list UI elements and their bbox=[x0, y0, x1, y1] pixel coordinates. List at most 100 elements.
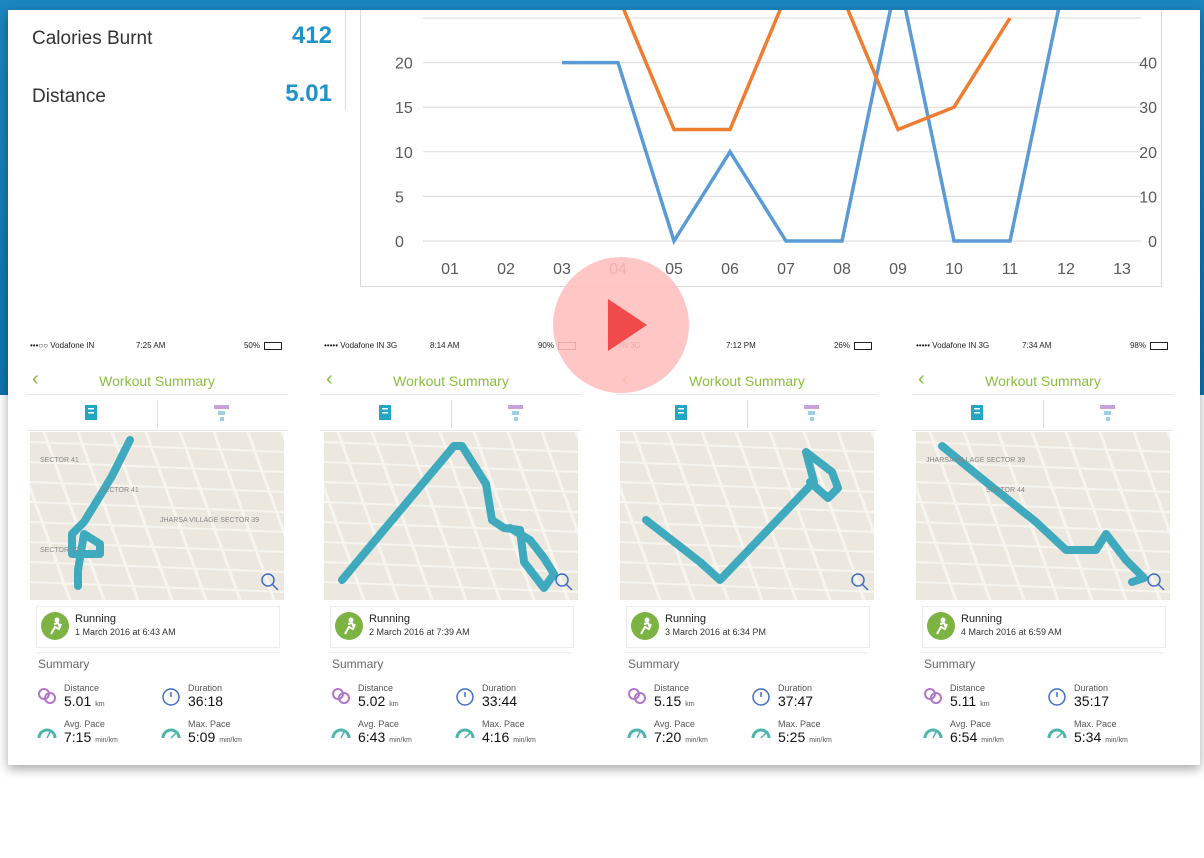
x-tick-label: 11 bbox=[1002, 261, 1019, 278]
tab-summary[interactable] bbox=[320, 396, 451, 430]
activity-name: Running bbox=[665, 613, 706, 625]
nav-bar: ‹ Workout Summary bbox=[26, 364, 288, 395]
status-time: 7:34 AM bbox=[1022, 341, 1052, 350]
distance-unit: km bbox=[95, 701, 105, 708]
tab-summary[interactable] bbox=[912, 396, 1043, 430]
metric-value: 7:20 min/km bbox=[654, 729, 708, 745]
map-street bbox=[1030, 432, 1094, 600]
map-street bbox=[632, 432, 696, 600]
metric-label: Avg. Pace bbox=[950, 719, 991, 729]
status-bar: ••••• Vodafone IN 3G 7:34 AM 98% bbox=[912, 338, 1174, 354]
stopwatch-icon bbox=[162, 688, 180, 706]
battery-text: 98% bbox=[1129, 341, 1146, 350]
divider bbox=[345, 10, 346, 110]
distance-value: 5.15 bbox=[654, 693, 682, 709]
splits-icon bbox=[804, 405, 819, 421]
phone-screenshot: •••○○ Vodafone IN 7:25 AM 50% ‹ Workout … bbox=[26, 338, 288, 758]
activity-card: Running 1 March 2016 at 6:43 AM bbox=[36, 606, 280, 648]
map-street bbox=[620, 441, 874, 453]
tab-splits[interactable] bbox=[157, 396, 288, 430]
magnifier-icon bbox=[861, 583, 869, 591]
activity-card: Running 3 March 2016 at 6:34 PM bbox=[626, 606, 870, 648]
max-pace-value: 4:16 bbox=[482, 729, 510, 745]
activity-card: Running 4 March 2016 at 6:59 AM bbox=[922, 606, 1166, 648]
metric-label: Max. Pace bbox=[188, 719, 231, 729]
max-pace-value: 5:34 bbox=[1074, 729, 1102, 745]
x-tick-label: 13 bbox=[1113, 261, 1131, 278]
magnifier-icon bbox=[271, 583, 279, 591]
duration-metric: Duration 36:18 bbox=[160, 683, 275, 715]
map-canvas bbox=[620, 432, 874, 600]
gauge-icon bbox=[37, 728, 57, 739]
avg-pace-unit: min/km bbox=[95, 737, 118, 744]
map-canvas: JHARSA VILLAGE SECTOR 39 SECTOR 44 bbox=[916, 432, 1170, 600]
phone-screenshot: ••••• Vodafone IN 3G 7:34 AM 98% ‹ Worko… bbox=[912, 338, 1174, 758]
metric-label: Duration bbox=[1074, 683, 1109, 693]
route-path bbox=[642, 448, 842, 584]
map-street bbox=[30, 481, 284, 493]
route-map[interactable]: JHARSA VILLAGE SECTOR 39 SECTOR 44 bbox=[916, 432, 1170, 600]
document-icon bbox=[971, 405, 983, 420]
route-map[interactable] bbox=[620, 432, 874, 600]
metric-value: 5.15 km bbox=[654, 693, 695, 709]
map-canvas: SECTOR 41 SECTOR 41 JHARSA VILLAGE SECTOR … bbox=[30, 432, 284, 600]
max-pace-metric: Max. Pace 4:16 min/km bbox=[454, 719, 569, 751]
avg-pace-metric: Avg. Pace 7:15 min/km bbox=[36, 719, 151, 751]
play-button[interactable] bbox=[553, 257, 689, 393]
battery-text: 90% bbox=[537, 341, 554, 350]
map-street bbox=[916, 481, 1170, 493]
phone-screenshot: IN 3G 7:12 PM 26% ‹ Workout Summary bbox=[616, 338, 878, 758]
max-pace-unit: min/km bbox=[513, 737, 536, 744]
distance-metric: Distance 5.15 km bbox=[626, 683, 741, 715]
phone-screenshot: ••••• Vodafone IN 3G 8:14 AM 90% ‹ Worko… bbox=[320, 338, 582, 758]
nav-title: Workout Summary bbox=[393, 373, 509, 389]
view-tabs bbox=[320, 396, 582, 431]
gauge-icon bbox=[1047, 728, 1067, 739]
max-pace-metric: Max. Pace 5:25 min/km bbox=[750, 719, 865, 751]
magnifier-icon bbox=[1157, 583, 1165, 591]
x-tick-label: 01 bbox=[441, 261, 459, 278]
metric-value: 5.11 km bbox=[950, 693, 990, 709]
document-icon bbox=[85, 405, 97, 420]
left-tick-label: 5 bbox=[395, 189, 404, 206]
duration-value: 33:44 bbox=[482, 693, 518, 709]
left-tick-label: 10 bbox=[395, 145, 413, 162]
duration-metric: Duration 33:44 bbox=[454, 683, 569, 715]
max-pace-value: 5:09 bbox=[188, 729, 216, 745]
gauge-icon bbox=[751, 728, 771, 739]
summary-section: Summary Distance 5.01 km Duration 36:18 A… bbox=[36, 652, 278, 757]
battery-text: 26% bbox=[833, 341, 850, 350]
metric-label: Avg. Pace bbox=[358, 719, 399, 729]
location-pin-icon bbox=[38, 688, 56, 704]
calories-value: 412 bbox=[291, 22, 332, 49]
route-map[interactable] bbox=[324, 432, 578, 600]
play-icon bbox=[608, 299, 647, 351]
status-time: 7:25 AM bbox=[136, 341, 166, 350]
tab-summary[interactable] bbox=[26, 396, 157, 430]
location-pin-icon bbox=[628, 688, 646, 704]
document-icon bbox=[379, 405, 391, 420]
summary-title: Summary bbox=[38, 657, 90, 671]
splits-icon bbox=[508, 405, 523, 421]
summary-title: Summary bbox=[628, 657, 680, 671]
metric-value: 5:09 min/km bbox=[188, 729, 242, 745]
metric-label: Max. Pace bbox=[1074, 719, 1117, 729]
x-tick-label: 07 bbox=[777, 261, 795, 278]
route-map[interactable]: SECTOR 41 SECTOR 41 JHARSA VILLAGE SECTOR … bbox=[30, 432, 284, 600]
map-street bbox=[620, 483, 662, 600]
metric-value: 5:25 min/km bbox=[778, 729, 832, 745]
metric-value: 5.01 km bbox=[64, 693, 105, 709]
battery-icon bbox=[264, 342, 282, 350]
tab-splits[interactable] bbox=[451, 396, 582, 430]
running-icon bbox=[631, 612, 659, 640]
status-time: 7:12 PM bbox=[726, 341, 756, 350]
tab-summary[interactable] bbox=[616, 396, 747, 430]
avg-pace-unit: min/km bbox=[389, 737, 412, 744]
tab-splits[interactable] bbox=[1043, 396, 1174, 430]
location-pin-icon bbox=[924, 688, 942, 704]
summary-title: Summary bbox=[924, 657, 976, 671]
metric-label: Distance bbox=[654, 683, 690, 693]
tab-splits[interactable] bbox=[747, 396, 878, 430]
map-street bbox=[620, 501, 874, 513]
max-pace-unit: min/km bbox=[219, 737, 242, 744]
